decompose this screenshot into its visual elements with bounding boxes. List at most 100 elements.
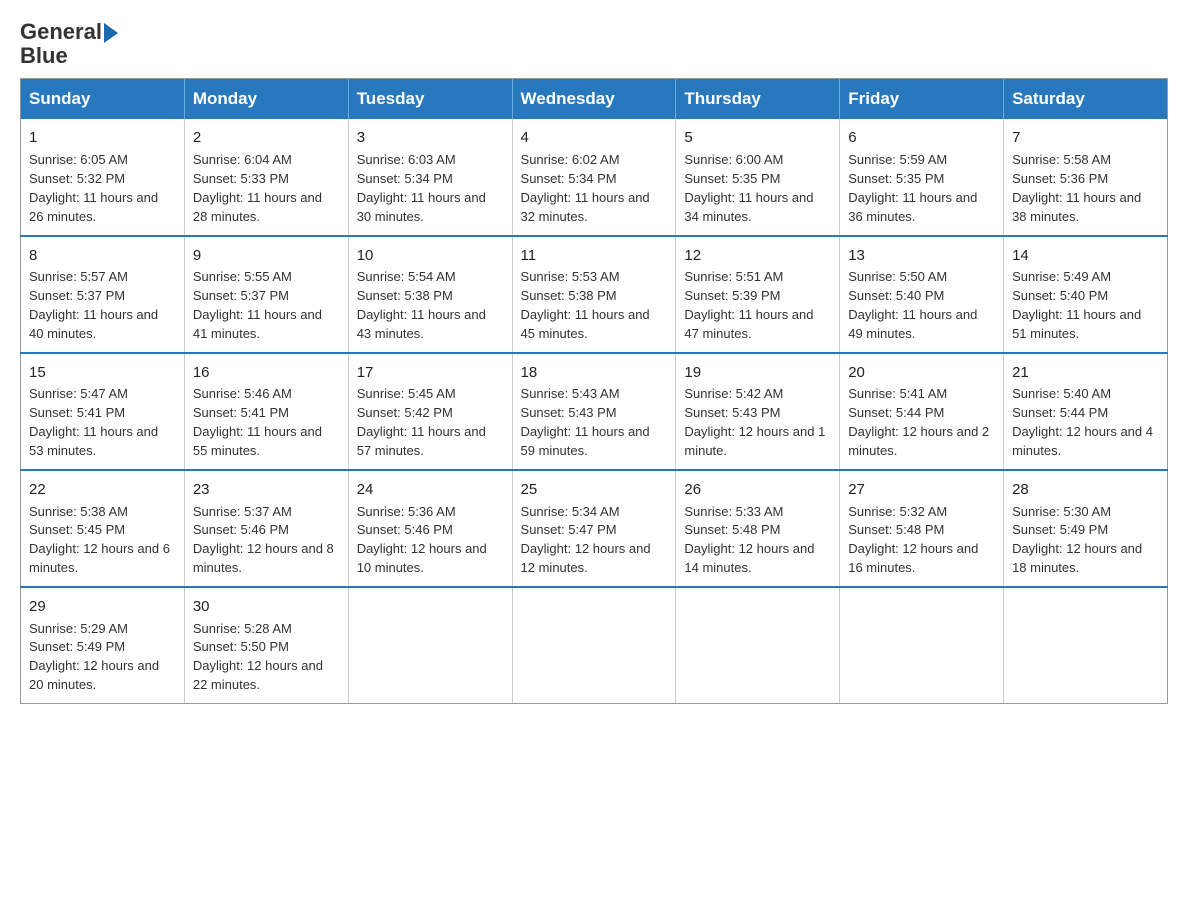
day-sunset: Sunset: 5:41 PM xyxy=(29,404,176,423)
calendar-day-7: 7 Sunrise: 5:58 AM Sunset: 5:36 PM Dayli… xyxy=(1004,119,1168,235)
day-daylight: Daylight: 11 hours and 40 minutes. xyxy=(29,306,176,344)
day-sunrise: Sunrise: 5:49 AM xyxy=(1012,268,1159,287)
logo: General Blue xyxy=(20,20,118,68)
day-sunset: Sunset: 5:47 PM xyxy=(521,521,668,540)
day-number: 18 xyxy=(521,362,668,384)
day-number: 5 xyxy=(684,127,831,149)
calendar-day-30: 30 Sunrise: 5:28 AM Sunset: 5:50 PM Dayl… xyxy=(184,587,348,704)
empty-cell-4-4 xyxy=(676,587,840,704)
day-sunrise: Sunrise: 5:32 AM xyxy=(848,503,995,522)
day-sunrise: Sunrise: 5:57 AM xyxy=(29,268,176,287)
day-sunrise: Sunrise: 6:02 AM xyxy=(521,151,668,170)
day-sunset: Sunset: 5:50 PM xyxy=(193,638,340,657)
day-number: 20 xyxy=(848,362,995,384)
day-number: 28 xyxy=(1012,479,1159,501)
day-daylight: Daylight: 12 hours and 20 minutes. xyxy=(29,657,176,695)
day-number: 6 xyxy=(848,127,995,149)
calendar-week-3: 15 Sunrise: 5:47 AM Sunset: 5:41 PM Dayl… xyxy=(21,353,1168,470)
calendar-day-9: 9 Sunrise: 5:55 AM Sunset: 5:37 PM Dayli… xyxy=(184,236,348,353)
day-sunrise: Sunrise: 5:46 AM xyxy=(193,385,340,404)
day-daylight: Daylight: 11 hours and 45 minutes. xyxy=(521,306,668,344)
header-tuesday: Tuesday xyxy=(348,79,512,120)
day-sunset: Sunset: 5:49 PM xyxy=(29,638,176,657)
day-daylight: Daylight: 12 hours and 12 minutes. xyxy=(521,540,668,578)
calendar-header-row: SundayMondayTuesdayWednesdayThursdayFrid… xyxy=(21,79,1168,120)
day-number: 25 xyxy=(521,479,668,501)
calendar-day-27: 27 Sunrise: 5:32 AM Sunset: 5:48 PM Dayl… xyxy=(840,470,1004,587)
day-daylight: Daylight: 12 hours and 4 minutes. xyxy=(1012,423,1159,461)
day-sunset: Sunset: 5:37 PM xyxy=(193,287,340,306)
calendar-day-6: 6 Sunrise: 5:59 AM Sunset: 5:35 PM Dayli… xyxy=(840,119,1004,235)
day-sunrise: Sunrise: 6:04 AM xyxy=(193,151,340,170)
day-sunrise: Sunrise: 5:34 AM xyxy=(521,503,668,522)
day-sunrise: Sunrise: 5:41 AM xyxy=(848,385,995,404)
calendar-day-5: 5 Sunrise: 6:00 AM Sunset: 5:35 PM Dayli… xyxy=(676,119,840,235)
calendar-day-22: 22 Sunrise: 5:38 AM Sunset: 5:45 PM Dayl… xyxy=(21,470,185,587)
header-sunday: Sunday xyxy=(21,79,185,120)
day-sunset: Sunset: 5:40 PM xyxy=(1012,287,1159,306)
calendar-day-19: 19 Sunrise: 5:42 AM Sunset: 5:43 PM Dayl… xyxy=(676,353,840,470)
day-number: 7 xyxy=(1012,127,1159,149)
day-sunset: Sunset: 5:35 PM xyxy=(684,170,831,189)
day-daylight: Daylight: 12 hours and 22 minutes. xyxy=(193,657,340,695)
day-daylight: Daylight: 11 hours and 55 minutes. xyxy=(193,423,340,461)
day-daylight: Daylight: 11 hours and 28 minutes. xyxy=(193,189,340,227)
day-sunrise: Sunrise: 5:45 AM xyxy=(357,385,504,404)
day-number: 17 xyxy=(357,362,504,384)
day-daylight: Daylight: 11 hours and 26 minutes. xyxy=(29,189,176,227)
day-sunset: Sunset: 5:45 PM xyxy=(29,521,176,540)
calendar-day-4: 4 Sunrise: 6:02 AM Sunset: 5:34 PM Dayli… xyxy=(512,119,676,235)
empty-cell-4-3 xyxy=(512,587,676,704)
day-sunrise: Sunrise: 5:37 AM xyxy=(193,503,340,522)
day-daylight: Daylight: 11 hours and 32 minutes. xyxy=(521,189,668,227)
day-sunrise: Sunrise: 5:42 AM xyxy=(684,385,831,404)
day-sunset: Sunset: 5:43 PM xyxy=(684,404,831,423)
day-sunrise: Sunrise: 5:30 AM xyxy=(1012,503,1159,522)
day-sunset: Sunset: 5:40 PM xyxy=(848,287,995,306)
day-sunset: Sunset: 5:43 PM xyxy=(521,404,668,423)
empty-cell-4-5 xyxy=(840,587,1004,704)
calendar-day-14: 14 Sunrise: 5:49 AM Sunset: 5:40 PM Dayl… xyxy=(1004,236,1168,353)
calendar-day-1: 1 Sunrise: 6:05 AM Sunset: 5:32 PM Dayli… xyxy=(21,119,185,235)
day-sunset: Sunset: 5:44 PM xyxy=(848,404,995,423)
day-daylight: Daylight: 11 hours and 41 minutes. xyxy=(193,306,340,344)
day-daylight: Daylight: 11 hours and 36 minutes. xyxy=(848,189,995,227)
day-number: 8 xyxy=(29,245,176,267)
day-daylight: Daylight: 12 hours and 2 minutes. xyxy=(848,423,995,461)
day-sunset: Sunset: 5:46 PM xyxy=(193,521,340,540)
calendar-day-8: 8 Sunrise: 5:57 AM Sunset: 5:37 PM Dayli… xyxy=(21,236,185,353)
calendar-week-1: 1 Sunrise: 6:05 AM Sunset: 5:32 PM Dayli… xyxy=(21,119,1168,235)
day-daylight: Daylight: 11 hours and 47 minutes. xyxy=(684,306,831,344)
day-sunrise: Sunrise: 5:59 AM xyxy=(848,151,995,170)
day-number: 24 xyxy=(357,479,504,501)
day-daylight: Daylight: 12 hours and 16 minutes. xyxy=(848,540,995,578)
day-sunset: Sunset: 5:32 PM xyxy=(29,170,176,189)
calendar-day-26: 26 Sunrise: 5:33 AM Sunset: 5:48 PM Dayl… xyxy=(676,470,840,587)
day-sunrise: Sunrise: 6:00 AM xyxy=(684,151,831,170)
day-daylight: Daylight: 11 hours and 34 minutes. xyxy=(684,189,831,227)
header-monday: Monday xyxy=(184,79,348,120)
day-number: 23 xyxy=(193,479,340,501)
day-daylight: Daylight: 12 hours and 8 minutes. xyxy=(193,540,340,578)
day-number: 2 xyxy=(193,127,340,149)
day-sunset: Sunset: 5:48 PM xyxy=(848,521,995,540)
day-daylight: Daylight: 12 hours and 10 minutes. xyxy=(357,540,504,578)
day-sunrise: Sunrise: 5:54 AM xyxy=(357,268,504,287)
day-sunset: Sunset: 5:41 PM xyxy=(193,404,340,423)
day-number: 1 xyxy=(29,127,176,149)
logo-arrow-icon xyxy=(104,23,118,43)
empty-cell-4-2 xyxy=(348,587,512,704)
day-daylight: Daylight: 12 hours and 6 minutes. xyxy=(29,540,176,578)
day-sunset: Sunset: 5:37 PM xyxy=(29,287,176,306)
day-number: 19 xyxy=(684,362,831,384)
day-number: 15 xyxy=(29,362,176,384)
day-number: 9 xyxy=(193,245,340,267)
day-sunrise: Sunrise: 5:29 AM xyxy=(29,620,176,639)
day-number: 29 xyxy=(29,596,176,618)
day-number: 10 xyxy=(357,245,504,267)
day-sunset: Sunset: 5:48 PM xyxy=(684,521,831,540)
header-thursday: Thursday xyxy=(676,79,840,120)
header-saturday: Saturday xyxy=(1004,79,1168,120)
day-daylight: Daylight: 11 hours and 53 minutes. xyxy=(29,423,176,461)
day-number: 14 xyxy=(1012,245,1159,267)
